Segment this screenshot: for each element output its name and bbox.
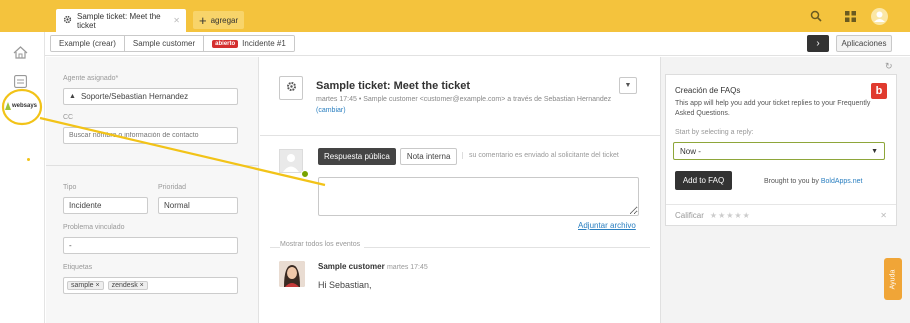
agent-avatar [279, 149, 303, 173]
type-label: Tipo [63, 184, 77, 191]
user-avatar-icon[interactable] [870, 7, 888, 25]
comment-text: Hi Sebastian, [318, 280, 372, 290]
annotation-dot [27, 158, 30, 161]
cc-label: CC [63, 114, 74, 121]
assignee-value: Soporte/Sebastian Hernandez [80, 92, 189, 101]
main-divider [260, 135, 660, 136]
tags-label: Etiquetas [63, 264, 93, 271]
tags-field[interactable]: sample × zendesk × [63, 277, 238, 294]
star-rating[interactable]: ★★★★★ [710, 211, 751, 220]
search-icon[interactable] [808, 7, 824, 25]
assignee-label: Agente asignado* [63, 75, 119, 82]
reply-type-toggle: Respuesta pública Nota interna [318, 148, 458, 165]
reply-select-label: Start by selecting a reply: [675, 129, 754, 136]
rate-label: Calificar [675, 210, 704, 220]
apps-grid-icon[interactable] [842, 7, 858, 25]
help-button[interactable]: Ayuda [884, 258, 902, 300]
next-button[interactable]: › [807, 35, 829, 52]
breadcrumb: Example (crear) Sample customer abierto … [50, 35, 295, 52]
reply-select-value: Now - [680, 146, 701, 156]
plus-icon: + [199, 12, 207, 28]
tag-chip[interactable]: sample × [67, 281, 104, 290]
online-status-icon [301, 170, 309, 178]
brand-label: websays [12, 103, 38, 109]
add-tab-button[interactable]: + agregar [193, 11, 245, 29]
ticket-meta: martes 17:45 • Sample customer <customer… [316, 94, 616, 116]
cc-input[interactable] [63, 127, 238, 144]
gear-icon [286, 81, 297, 95]
chevron-right-icon: › [816, 38, 820, 49]
public-reply-tab[interactable]: Respuesta pública [318, 148, 396, 165]
comment-author: Sample customer [318, 262, 385, 271]
linked-problem-label: Problema vinculado [63, 224, 125, 231]
show-all-events-link[interactable]: Mostrar todos los eventos [280, 241, 365, 248]
app-title: Creación de FAQs [675, 86, 741, 95]
app-description: This app will help you add your ticket r… [675, 100, 871, 117]
tag-chip[interactable]: zendesk × [107, 281, 148, 290]
breadcrumb-requester[interactable]: Sample customer [124, 36, 205, 51]
ticket-settings-button[interactable] [279, 76, 303, 100]
reply-select[interactable]: Now - ▼ [673, 142, 885, 160]
person-icon: ▲ [69, 93, 76, 100]
ticket-label: Incidente #1 [242, 39, 286, 48]
home-icon[interactable] [13, 46, 28, 61]
websays-logo[interactable]: websays [5, 102, 37, 110]
linked-problem-select[interactable]: - [63, 237, 238, 254]
priority-select[interactable]: Normal [158, 197, 238, 214]
apps-button[interactable]: Aplicaciones [836, 35, 892, 52]
add-to-faq-button[interactable]: Add to FAQ [675, 171, 732, 190]
boldapps-link[interactable]: BoldApps.net [821, 178, 863, 185]
tab-ticket[interactable]: Sample ticket: Meet the ticket ✕ [56, 9, 186, 32]
attach-file-link[interactable]: Adjuntar archivo [578, 221, 636, 230]
meta-separator: • [358, 96, 362, 103]
reply-textarea[interactable] [318, 177, 639, 216]
breadcrumb-ticket[interactable]: abierto Incidente #1 [204, 36, 294, 51]
refresh-icon[interactable]: ↻ [885, 61, 893, 72]
ticket-options-dropdown[interactable]: ▼ [619, 77, 637, 94]
gear-icon [63, 15, 72, 26]
tag-label: sample [71, 282, 94, 289]
ticket-from: Sample customer <customer@example.com> a… [363, 96, 612, 103]
priority-label: Prioridad [158, 184, 187, 191]
close-icon[interactable]: ✕ [173, 16, 180, 25]
comment-time: martes 17:45 [386, 264, 428, 271]
ticket-time: martes 17:45 [316, 96, 357, 103]
ticket-subject: Sample ticket: Meet the ticket [316, 80, 471, 92]
add-tab-label: agregar [210, 15, 239, 25]
status-badge: abierto [212, 39, 239, 48]
change-link[interactable]: (cambiar) [316, 107, 346, 114]
assignee-field[interactable]: ▲ Soporte/Sebastian Hernandez [63, 88, 238, 105]
tag-label: zendesk [111, 282, 138, 289]
help-label: Ayuda [889, 269, 897, 289]
reply-hint: su comentario es enviado al solicitante … [462, 152, 619, 159]
boldapps-logo: b [871, 83, 887, 99]
brought-label: Brought to you by [764, 178, 819, 185]
breadcrumb-organization[interactable]: Example (crear) [51, 36, 125, 51]
commenter-avatar [279, 261, 305, 287]
properties-divider [46, 165, 259, 166]
type-select[interactable]: Incidente [63, 197, 148, 214]
views-icon[interactable] [14, 75, 27, 90]
internal-note-tab[interactable]: Nota interna [399, 148, 458, 165]
tab-label: Sample ticket: Meet the ticket [77, 11, 161, 30]
caret-down-icon: ▼ [871, 147, 878, 155]
comment-header: Sample customer martes 17:45 [318, 262, 428, 271]
close-icon[interactable]: ✕ [880, 211, 887, 220]
app-rating-row: Calificar ★★★★★ ✕ [666, 204, 896, 225]
brought-by-text: Brought to you by BoldApps.net [764, 178, 862, 185]
caret-down-icon: ▼ [624, 82, 632, 89]
